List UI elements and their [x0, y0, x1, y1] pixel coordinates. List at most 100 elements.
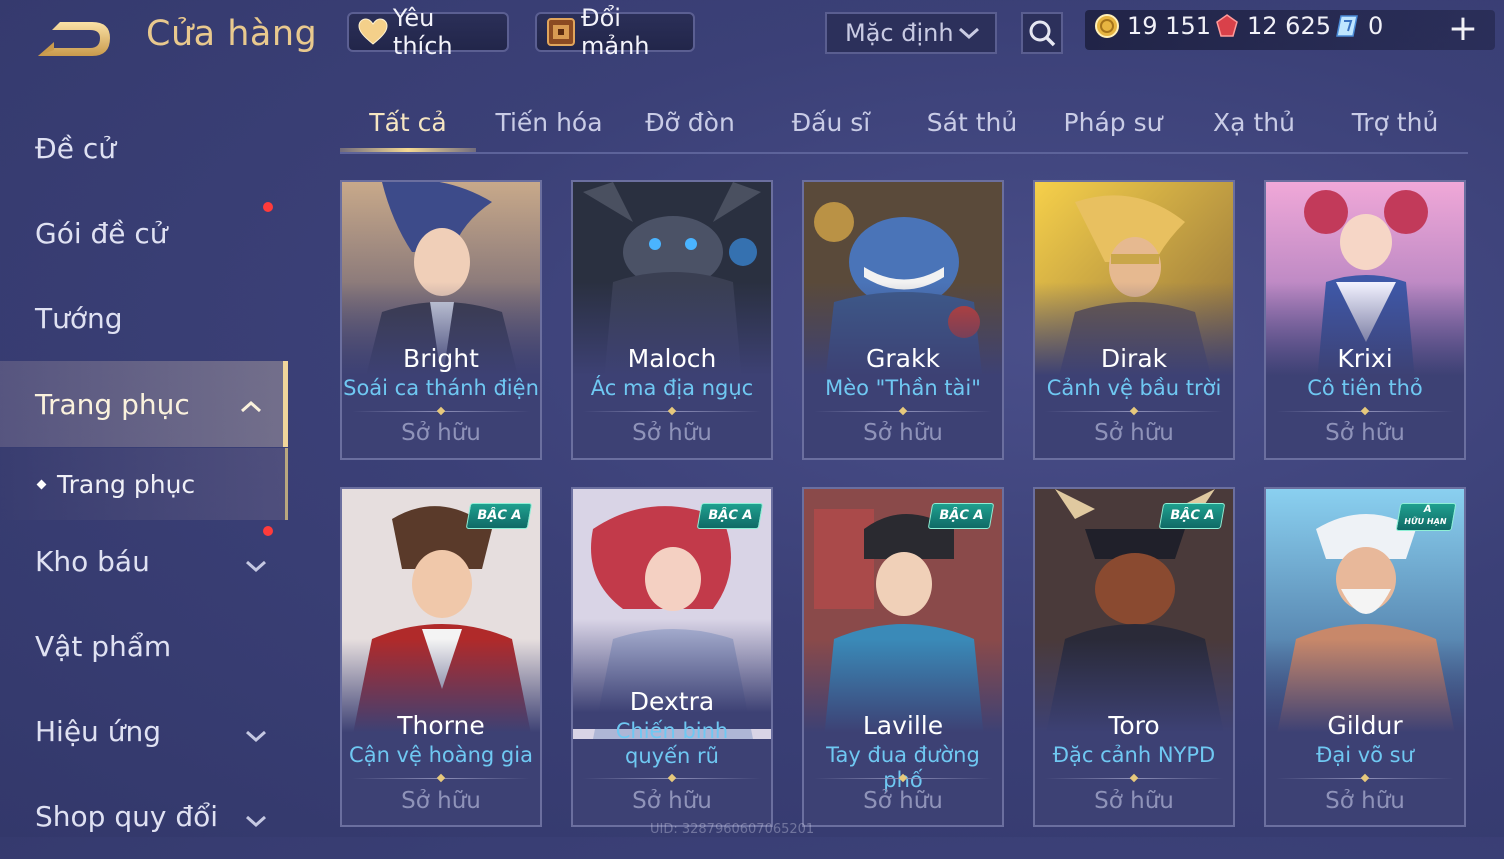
skin-card-thorne[interactable]: BẬC A Thorne Cận vệ hoàng gia Sở hữu: [340, 487, 542, 827]
skin-name: Chiến binh quyến rũ: [615, 719, 729, 768]
sidebar-item-label: Vật phẩm: [35, 629, 172, 663]
tab-evolution[interactable]: Tiến hóa: [481, 108, 617, 137]
tier-badge-label: BẬC A: [475, 508, 523, 523]
skin-card-dirak[interactable]: Dirak Cảnh vệ bầu trời Sở hữu: [1033, 180, 1235, 460]
favorite-button[interactable]: Yêu thích: [347, 4, 509, 60]
hero-name: Gildur: [1327, 711, 1403, 740]
sidebar-item-featured[interactable]: Đề cử: [0, 105, 288, 191]
sidebar-item-heroes[interactable]: Tướng: [0, 275, 288, 361]
back-button[interactable]: [30, 14, 120, 64]
sidebar-subitem-skins[interactable]: Trang phục: [0, 448, 288, 520]
voucher-value: 12 625: [1247, 12, 1331, 40]
owned-status: Sở hữu: [401, 420, 481, 446]
favorite-label: Yêu thích: [392, 4, 453, 60]
notification-dot: [263, 526, 273, 536]
top-bar: Cửa hàng Yêu thích Đổi mảnh Mặc định 19 …: [0, 0, 1504, 80]
limited-badge-tier: A: [1422, 504, 1433, 515]
voucher-currency: 12 625: [1213, 12, 1331, 40]
hero-name: Maloch: [627, 344, 717, 373]
heart-icon: [357, 15, 389, 49]
tab-all[interactable]: Tất cả: [340, 108, 476, 137]
tier-badge-label: BẬC A: [706, 508, 754, 523]
hero-name: Thorne: [397, 711, 485, 740]
sidebar-item-items[interactable]: Vật phẩm: [0, 603, 288, 689]
skin-card-maloch[interactable]: Maloch Ác ma địa ngục Sở hữu: [571, 180, 773, 460]
skin-name: Cô tiên thỏ: [1307, 376, 1423, 400]
chevron-down-icon: [957, 22, 981, 50]
chevron-up-icon: [239, 391, 263, 424]
skin-card-bright[interactable]: Bright Soái ca thánh điện Sở hữu: [340, 180, 542, 460]
tab-support[interactable]: Trợ thủ: [1327, 108, 1463, 137]
sidebar-item-label: Đề cử: [35, 131, 116, 165]
tier-badge: BẬC A: [1158, 503, 1226, 529]
plus-icon: +: [1447, 8, 1479, 49]
sort-value: Mặc định: [845, 19, 954, 47]
tier-badge: BẬC A: [696, 503, 764, 529]
skin-card-grakk[interactable]: Grakk Mèo "Thần tài" Sở hữu: [802, 180, 1004, 460]
tab-tank[interactable]: Đỡ đòn: [622, 108, 758, 137]
chevron-down-icon: [244, 720, 268, 753]
chevron-down-icon: [244, 805, 268, 838]
sort-dropdown[interactable]: Mặc định: [825, 12, 997, 54]
search-icon: [1029, 20, 1056, 47]
sidebar-subitem-label: Trang phục: [57, 469, 196, 499]
gold-value: 19 151: [1127, 12, 1211, 40]
crystal-value: 0: [1368, 12, 1384, 40]
sidebar-item-label: Hiệu ứng: [35, 714, 161, 748]
skin-name: Soái ca thánh điện: [343, 376, 539, 400]
skin-name: Mèo "Thần tài": [825, 376, 981, 400]
crystal-currency: 0: [1334, 12, 1383, 40]
back-arrow-icon: [38, 22, 110, 56]
treasure-chest-icon: [545, 15, 577, 49]
hero-name: Krixi: [1337, 344, 1393, 373]
owned-status: Sở hữu: [1094, 420, 1174, 446]
skin-name: Đại võ sư: [1316, 743, 1414, 767]
sidebar-item-effects[interactable]: Hiệu ứng: [0, 688, 288, 774]
notification-dot: [263, 202, 273, 212]
sidebar-item-featured-packs[interactable]: Gói đề cử: [0, 190, 288, 276]
tier-badge-label: BẬC A: [1168, 508, 1216, 523]
owned-status: Sở hữu: [863, 788, 943, 814]
add-currency-button[interactable]: +: [1447, 11, 1479, 48]
owned-status: Sở hữu: [1094, 788, 1174, 814]
diamond-bullet-icon: [36, 479, 47, 489]
skin-card-krixi[interactable]: Krixi Cô tiên thỏ Sở hữu: [1264, 180, 1466, 460]
search-button[interactable]: [1021, 12, 1063, 54]
tier-badge-label: BẬC A: [937, 508, 985, 523]
gold-currency: 19 151: [1093, 12, 1211, 40]
exchange-fragments-button[interactable]: Đổi mảnh: [535, 4, 695, 60]
sidebar-item-label: Trang phục: [35, 387, 190, 421]
tab-marksman[interactable]: Xạ thủ: [1186, 108, 1322, 137]
gold-coin-icon: [1093, 12, 1121, 40]
user-id-watermark: UID: 3287960607065201: [650, 822, 815, 837]
skin-card-gildur[interactable]: A HỮU HẠN Gildur Đại võ sư Sở hữu: [1264, 487, 1466, 827]
limited-badge-label: HỮU HẠN: [1403, 517, 1447, 526]
owned-status: Sở hữu: [1325, 420, 1405, 446]
tab-mage[interactable]: Pháp sư: [1045, 108, 1181, 137]
sidebar-item-label: Gói đề cử: [35, 216, 168, 250]
category-tabs: Tất cả Tiến hóa Đỡ đòn Đấu sĩ Sát thủ Ph…: [340, 100, 1468, 154]
hero-name: Laville: [862, 711, 944, 740]
tier-badge: BẬC A: [927, 503, 995, 529]
tab-fighter[interactable]: Đấu sĩ: [763, 108, 899, 137]
skin-card-toro[interactable]: BẬC A Toro Đặc cảnh NYPD Sở hữu: [1033, 487, 1235, 827]
sidebar-item-label: Tướng: [35, 301, 123, 335]
red-voucher-icon: [1213, 12, 1241, 40]
sidebar-item-skins[interactable]: Trang phục: [0, 361, 288, 447]
skin-card-dextra[interactable]: BẬC A Dextra Chiến binh quyến rũ Sở hữu: [571, 487, 773, 827]
chevron-down-icon: [244, 550, 268, 583]
sidebar-item-label: Kho báu: [35, 544, 150, 578]
skin-name: Cận vệ hoàng gia: [349, 743, 533, 767]
owned-status: Sở hữu: [1325, 788, 1405, 814]
blue-crystal-icon: [1334, 12, 1362, 40]
skin-name: Tay đua đường phố: [826, 743, 980, 792]
tab-assassin[interactable]: Sát thủ: [904, 108, 1040, 137]
sidebar-item-exchange-shop[interactable]: Shop quy đổi: [0, 773, 288, 859]
hero-name: Grakk: [866, 344, 940, 373]
skin-card-laville[interactable]: BẬC A Laville Tay đua đường phố Sở hữu: [802, 487, 1004, 827]
tier-badge: BẬC A: [465, 503, 533, 529]
sidebar-item-label: Shop quy đổi: [35, 799, 218, 833]
sidebar-item-treasure[interactable]: Kho báu: [0, 518, 288, 604]
page-title: Cửa hàng: [146, 14, 318, 54]
skin-name: Đặc cảnh NYPD: [1052, 743, 1216, 767]
